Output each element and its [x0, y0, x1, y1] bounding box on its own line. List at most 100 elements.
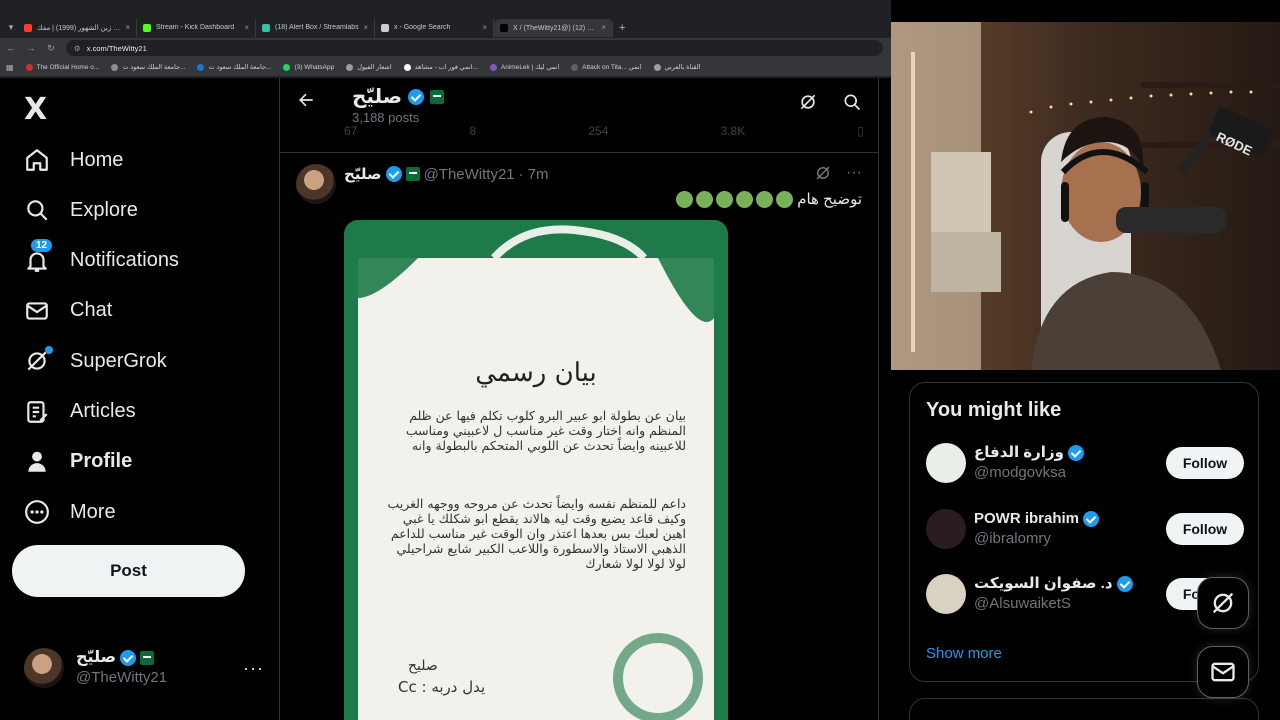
grok-icon[interactable]: [798, 92, 818, 117]
tweet-handle[interactable]: @TheWitty21: [424, 166, 515, 183]
browser-tab[interactable]: x - Google Search ×: [375, 18, 494, 37]
like-count[interactable]: 254: [588, 124, 608, 138]
nav-item-label: Profile: [70, 450, 133, 473]
nav-item-profile[interactable]: Profile: [24, 442, 132, 482]
nav-item-supergrok[interactable]: SuperGrok: [24, 341, 167, 381]
bookmark-item[interactable]: اشعار الفيول: [346, 63, 392, 71]
bookmark-label: (3) WhatsApp: [294, 63, 335, 71]
webcam-scene: RØDE: [891, 22, 1280, 370]
tab-title: Stream - Kick Dashboard: [156, 24, 235, 31]
apps-icon[interactable]: ▦: [6, 63, 14, 72]
account-switcher[interactable]: صليّح @TheWitty21 ···: [24, 648, 264, 688]
tweet[interactable]: صليّح @TheWitty21 · 7m ··· توضيح هام بيا…: [280, 154, 878, 720]
bookmark-item[interactable]: جامعة الملك سعود ت...: [197, 63, 271, 71]
browser-tab[interactable]: (18) Alert Box / Streamlabs ×: [256, 18, 375, 37]
mail-icon: [24, 298, 50, 324]
reload-icon[interactable]: ↻: [46, 43, 56, 54]
tab-title: رمضان زين الشهور (1999) | مفك...: [37, 24, 121, 32]
view-count[interactable]: 3.8K: [721, 124, 746, 138]
nav-item-home[interactable]: Home: [24, 140, 123, 180]
nav-item-notifications[interactable]: 12 Notifications: [24, 238, 179, 281]
nav-item-more[interactable]: More: [24, 492, 116, 532]
site-info-icon[interactable]: ⚙: [74, 44, 81, 53]
bookmark-label: جامعة الملك سعود ت...: [122, 64, 186, 71]
close-tab-icon[interactable]: ×: [363, 23, 368, 32]
bookmark-label: Attack on Tita... انمي: [582, 64, 642, 71]
url-text: x.com/TheWitty21: [86, 43, 147, 53]
more-circle-icon: [24, 499, 50, 525]
close-tab-icon[interactable]: ×: [482, 23, 487, 32]
close-tab-icon[interactable]: ×: [244, 23, 249, 32]
close-tab-icon[interactable]: ×: [125, 23, 130, 32]
article-icon: [24, 399, 50, 425]
browser-chrome: ▾ رمضان زين الشهور (1999) | مفك...×Strea…: [0, 0, 891, 78]
profile-name: صليّح: [352, 86, 403, 108]
follow-button[interactable]: Follow: [1166, 512, 1244, 545]
close-tab-icon[interactable]: ×: [601, 23, 606, 32]
browser-tab[interactable]: رمضان زين الشهور (1999) | مفك... ×: [18, 18, 137, 37]
account-avatar: [24, 648, 64, 688]
bookmark-favicon: [571, 63, 579, 71]
suggestion-avatar[interactable]: [926, 574, 966, 614]
bookmark-favicon: [403, 63, 411, 71]
home-icon: [24, 147, 50, 173]
tweet-more-icon[interactable]: ···: [846, 164, 862, 187]
previous-post-stats: 67 8 254 3.8K ▯: [344, 124, 864, 138]
account-name: صليّح: [76, 649, 117, 666]
search-icon[interactable]: [842, 92, 862, 117]
grok-float-button[interactable]: [1197, 577, 1249, 629]
nav-item-chat[interactable]: Chat: [24, 291, 112, 331]
tab-favicon: [500, 23, 508, 32]
bookmark-item[interactable]: (3) WhatsApp: [283, 63, 334, 71]
tab-search-icon[interactable]: ▾: [4, 21, 18, 35]
screen: ▾ رمضان زين الشهور (1999) | مفك...×Strea…: [0, 0, 1280, 720]
search-icon: [24, 197, 50, 223]
nav-item-articles[interactable]: Articles: [24, 392, 136, 432]
bookmark-item[interactable]: Attack on Tita... انمي: [571, 63, 642, 71]
suggestion-avatar[interactable]: [926, 443, 966, 483]
right-sidebar: You might like وزارة الدفاع @modgovksa Fol…: [879, 370, 1280, 720]
back-nav-icon[interactable]: ←: [6, 43, 16, 53]
follow-button[interactable]: Follow: [1166, 447, 1244, 479]
bookmark-icon[interactable]: ▯: [857, 124, 864, 138]
bookmark-item[interactable]: The Official Home o...: [25, 63, 99, 71]
bookmark-favicon: [489, 63, 497, 71]
nav-item-label: Chat: [70, 299, 113, 322]
account-more-icon[interactable]: ···: [243, 658, 264, 679]
tweet-time[interactable]: 7m: [528, 166, 549, 183]
x-logo-icon[interactable]: X: [24, 92, 47, 127]
post-button[interactable]: Post: [12, 545, 245, 597]
new-tab-icon[interactable]: +: [619, 22, 625, 34]
grok-icon[interactable]: [814, 164, 832, 187]
green-circle-emoji: [736, 190, 754, 208]
suggestion-row[interactable]: POWR ibrahim @ibralomry Follow: [926, 507, 1244, 551]
bookmark-item[interactable]: القناة بالعربي: [653, 63, 701, 71]
suggestion-name: وزارة الدفاع: [974, 444, 1064, 461]
grok-icon: [1212, 592, 1234, 614]
url-field[interactable]: ⚙ x.com/TheWitty21: [66, 40, 883, 56]
bookmark-item[interactable]: AnimeLek | انمي ليك: [489, 63, 559, 71]
suggestion-row[interactable]: وزارة الدفاع @modgovksa Follow: [926, 441, 1244, 485]
tweet-image[interactable]: بيان رسمي بيان عن بطولة ابو عبير البرو ك…: [344, 220, 728, 720]
bookmark-favicon: [197, 63, 205, 71]
reply-count[interactable]: 67: [344, 124, 357, 138]
statement-title: بيان رسمي: [475, 358, 597, 388]
messages-float-button[interactable]: [1197, 646, 1249, 698]
browser-tab[interactable]: X / (TheWitty21@) صليّح (12) ×: [494, 18, 613, 37]
bookmark-item[interactable]: جامعة الملك سعود ت...: [111, 63, 185, 71]
tab-favicon: [381, 23, 389, 32]
bookmark-item[interactable]: انمي فور اب - مشاهد...: [403, 63, 478, 71]
back-arrow-icon[interactable]: [296, 90, 316, 116]
tab-title: (18) Alert Box / Streamlabs: [275, 24, 359, 31]
tweet-avatar[interactable]: [296, 164, 336, 204]
show-more-link[interactable]: Show more: [926, 645, 1002, 662]
nav-item-label: SuperGrok: [70, 349, 167, 372]
tweet-author-name[interactable]: صليّح: [344, 165, 382, 183]
nav-item-explore[interactable]: Explore: [24, 190, 138, 230]
repost-count[interactable]: 8: [470, 124, 477, 138]
suggestion-avatar[interactable]: [926, 508, 966, 549]
bookmarks-bar: ▦ The Official Home o... جامعة الملك سعود…: [0, 58, 891, 76]
notification-badge: 12: [31, 238, 53, 252]
browser-tab[interactable]: Stream - Kick Dashboard ×: [137, 18, 256, 37]
forward-nav-icon[interactable]: →: [26, 43, 36, 53]
